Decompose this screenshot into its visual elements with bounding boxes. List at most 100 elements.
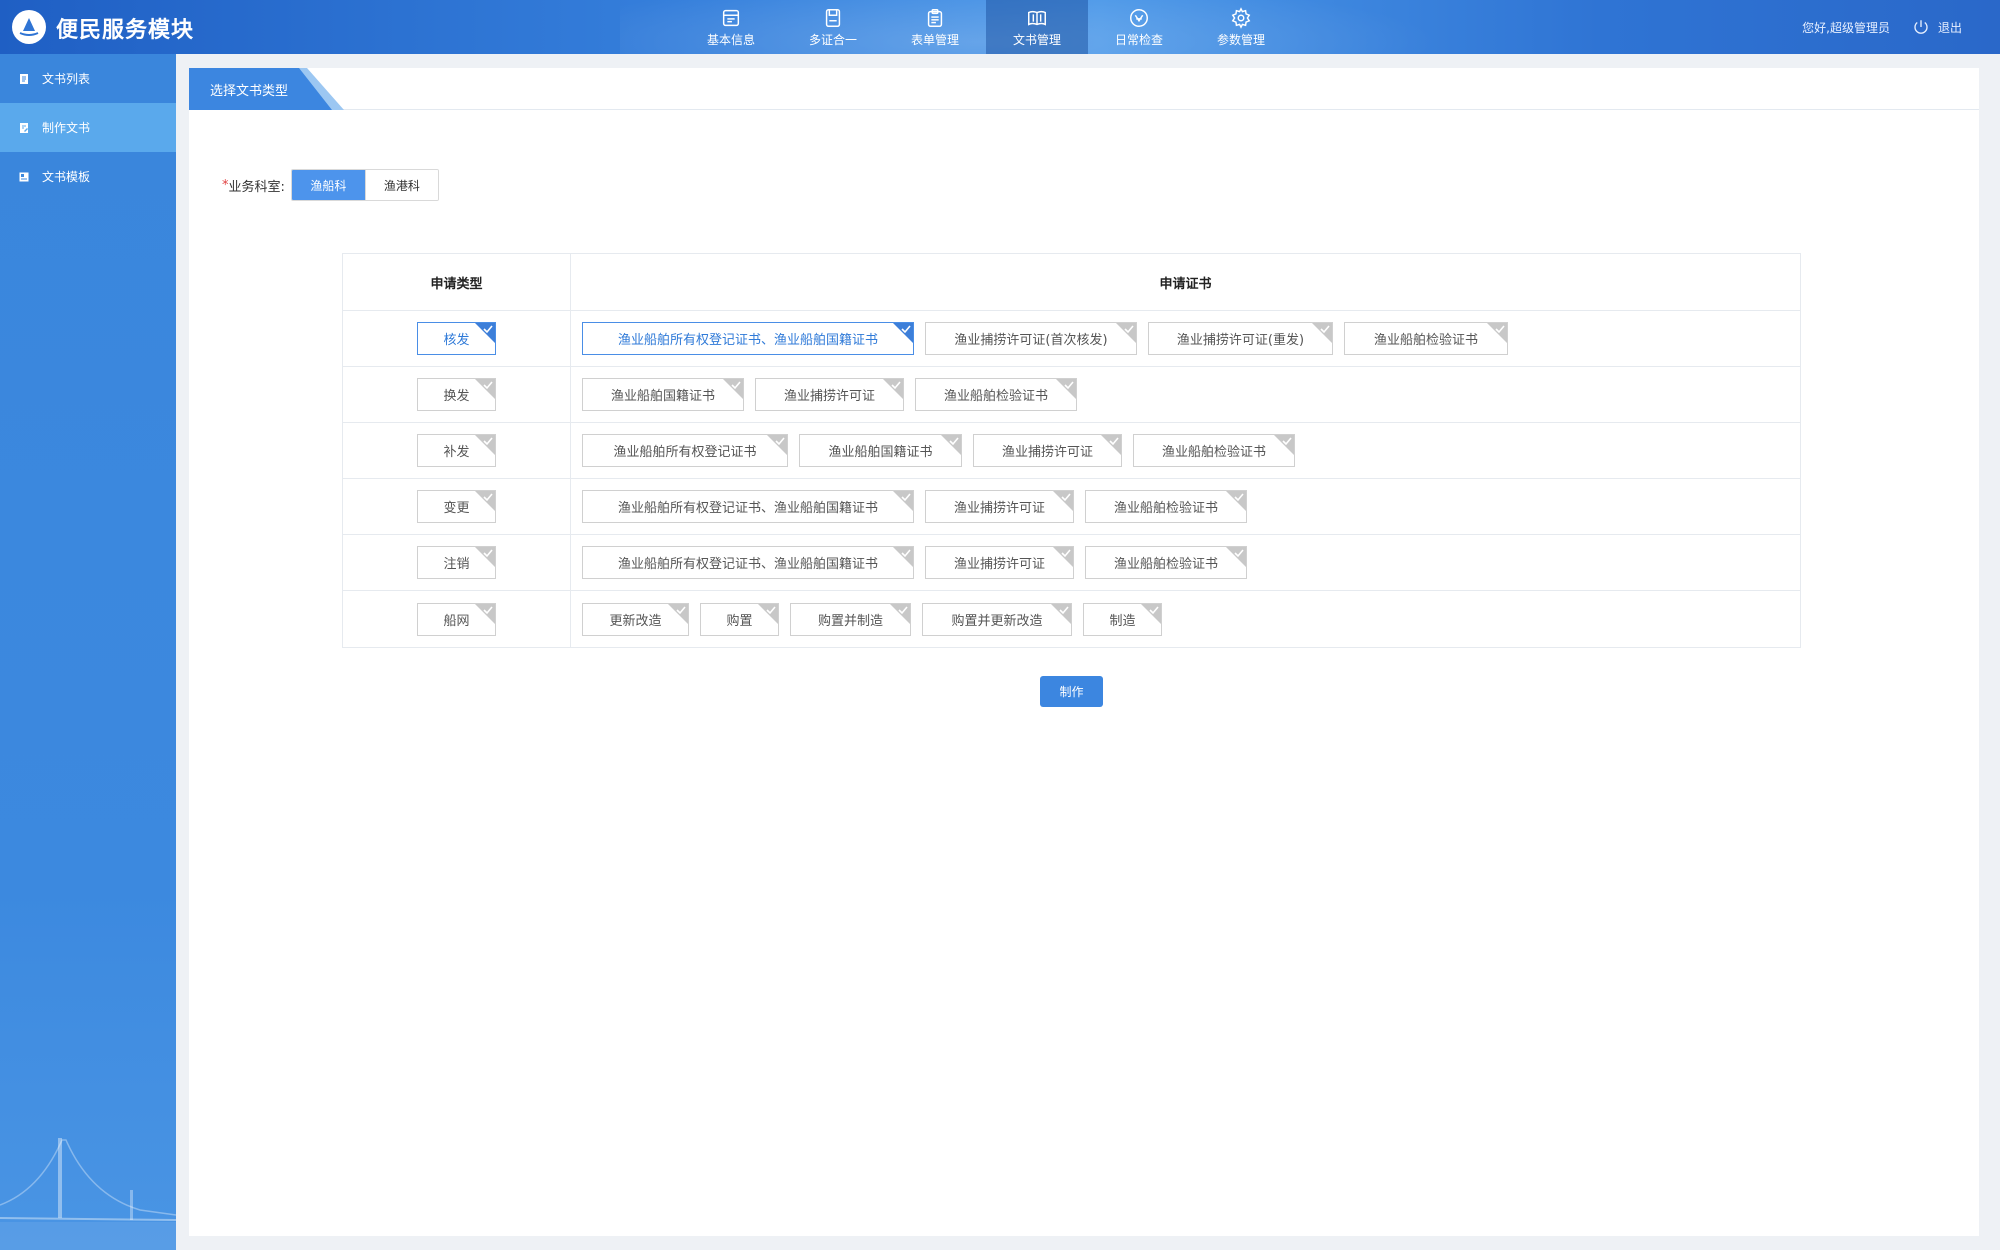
type-checkbox-renew[interactable]: 换发 xyxy=(417,378,496,411)
unchecked-corner-icon xyxy=(1312,323,1332,343)
type-checkbox-vessel-net[interactable]: 船网 xyxy=(417,602,496,636)
cert-checkbox-label: 渔业船舶所有权登记证书、渔业船舶国籍证书 xyxy=(617,333,878,348)
nav-label: 文书管理 xyxy=(1012,32,1061,47)
dept-option-fishing-port[interactable]: 渔港科 xyxy=(364,170,438,200)
cert-checkbox[interactable]: 渔业船舶国籍证书 xyxy=(799,434,962,467)
logout-link[interactable]: 退出 xyxy=(1938,19,1962,36)
table-row: 变更 渔业船舶所有权登记证书、渔业船舶国籍证书 渔业捕捞许可证 渔业船舶检验证书 xyxy=(343,479,1800,535)
make-button[interactable]: 制作 xyxy=(1040,676,1103,707)
panel-tab-title: 选择文书类型 xyxy=(210,83,289,99)
cert-checkbox-label: 渔业船舶检验证书 xyxy=(943,389,1048,404)
cert-checkbox[interactable]: 渔业捕捞许可证 xyxy=(973,434,1122,467)
dept-option-fishing-vessel[interactable]: 渔船科 xyxy=(291,170,365,200)
type-checkbox-issue[interactable]: 核发 xyxy=(417,322,496,355)
header-cell-cert: 申请证书 xyxy=(571,254,1800,310)
cert-checkbox-label: 渔业船舶检验证书 xyxy=(1161,445,1266,460)
cert-checkbox[interactable]: 购置并制造 xyxy=(790,602,911,636)
cert-checkbox[interactable]: 渔业船舶检验证书 xyxy=(1085,490,1247,523)
sidebar-item-make-document[interactable]: 制作文书 xyxy=(0,103,176,152)
cert-checkbox-label: 渔业船舶国籍证书 xyxy=(828,445,933,460)
nav-multi-cert[interactable]: 多证合一 xyxy=(782,0,884,54)
cert-cell: 渔业船舶所有权登记证书、渔业船舶国籍证书 渔业捕捞许可证 渔业船舶检验证书 xyxy=(571,479,1800,534)
type-checkbox-label: 船网 xyxy=(443,613,470,629)
unchecked-corner-icon xyxy=(723,379,743,399)
cert-checkbox-label: 渔业船舶所有权登记证书、渔业船舶国籍证书 xyxy=(617,501,878,516)
power-icon[interactable] xyxy=(1912,18,1930,36)
cert-checkbox[interactable]: 渔业捕捞许可证(首次核发) xyxy=(925,322,1137,355)
type-cell: 补发 xyxy=(343,423,571,478)
type-cell: 核发 xyxy=(343,311,571,366)
sidebar-item-document-template[interactable]: 文书模板 xyxy=(0,152,176,201)
unchecked-corner-icon xyxy=(1226,547,1246,567)
cert-checkbox[interactable]: 渔业船舶所有权登记证书、渔业船舶国籍证书 xyxy=(582,546,914,579)
cert-checkbox[interactable]: 渔业船舶检验证书 xyxy=(1085,546,1247,579)
unchecked-corner-icon xyxy=(1487,323,1507,343)
unchecked-corner-icon xyxy=(1141,603,1161,624)
book-icon xyxy=(1028,10,1046,26)
cert-checkbox-label: 渔业船舶国籍证书 xyxy=(610,389,715,404)
cert-checkbox-label: 渔业捕捞许可证(首次核发) xyxy=(954,333,1108,348)
cert-checkbox-label: 渔业船舶所有权登记证书 xyxy=(613,445,757,460)
cert-cell: 渔业船舶所有权登记证书、渔业船舶国籍证书 渔业捕捞许可证(首次核发) 渔业捕捞许可证… xyxy=(571,311,1800,366)
cert-checkbox[interactable]: 渔业捕捞许可证 xyxy=(925,546,1074,579)
department-row: * 业务科室: 渔船科 渔港科 xyxy=(222,169,439,201)
compass-icon xyxy=(1130,8,1148,27)
cert-cell: 渔业船舶国籍证书 渔业捕捞许可证 渔业船舶检验证书 xyxy=(571,367,1800,422)
type-cell: 船网 xyxy=(343,591,571,647)
type-checkbox-change[interactable]: 变更 xyxy=(417,490,496,523)
checked-corner-icon xyxy=(893,323,913,343)
unchecked-corner-icon xyxy=(475,603,495,624)
cert-checkbox[interactable]: 渔业船舶所有权登记证书、渔业船舶国籍证书 xyxy=(582,490,914,523)
cert-checkbox[interactable]: 购置 xyxy=(700,602,779,636)
nav-label: 参数管理 xyxy=(1216,32,1265,47)
unchecked-corner-icon xyxy=(758,603,778,624)
cert-checkbox-label: 渔业船舶所有权登记证书、渔业船舶国籍证书 xyxy=(617,557,878,572)
sidebar-item-label: 文书列表 xyxy=(42,72,91,86)
unchecked-corner-icon xyxy=(475,435,495,455)
cert-checkbox[interactable]: 渔业船舶所有权登记证书、渔业船舶国籍证书 xyxy=(582,322,914,355)
cert-checkbox[interactable]: 渔业捕捞许可证 xyxy=(925,490,1074,523)
nav-document-management[interactable]: 文书管理 xyxy=(986,0,1088,54)
nav-parameter-management[interactable]: 参数管理 xyxy=(1190,0,1292,54)
nav-label: 多证合一 xyxy=(808,32,857,47)
cert-checkbox[interactable]: 渔业船舶国籍证书 xyxy=(582,378,744,411)
cert-checkbox[interactable]: 购置并更新改造 xyxy=(922,602,1072,636)
unchecked-corner-icon xyxy=(475,379,495,399)
nav-daily-inspection[interactable]: 日常检查 xyxy=(1088,0,1190,54)
cert-checkbox[interactable]: 渔业船舶检验证书 xyxy=(1344,322,1508,355)
unchecked-corner-icon xyxy=(1226,491,1246,511)
type-checkbox-cancel[interactable]: 注销 xyxy=(417,546,496,579)
cert-checkbox[interactable]: 渔业捕捞许可证(重发) xyxy=(1148,322,1333,355)
cert-checkbox[interactable]: 渔业船舶所有权登记证书 xyxy=(582,434,788,467)
nav-label: 表单管理 xyxy=(910,32,959,47)
cert-checkbox[interactable]: 渔业船舶检验证书 xyxy=(915,378,1077,411)
gear-icon xyxy=(1231,6,1251,29)
sidebar-item-document-list[interactable]: 文书列表 xyxy=(0,54,176,103)
bridge-illustration xyxy=(0,1138,176,1250)
type-checkbox-label: 补发 xyxy=(443,445,470,460)
cert-checkbox[interactable]: 渔业捕捞许可证 xyxy=(755,378,904,411)
template-icon xyxy=(19,172,29,181)
cert-checkbox[interactable]: 制造 xyxy=(1083,602,1162,636)
type-checkbox-label: 注销 xyxy=(443,557,470,572)
cert-checkbox-label: 渔业捕捞许可证 xyxy=(783,389,875,404)
type-checkbox-label: 核发 xyxy=(443,333,470,348)
type-checkbox-reissue[interactable]: 补发 xyxy=(417,434,496,467)
clipboard-icon xyxy=(927,8,943,27)
cert-checkbox-label: 渔业捕捞许可证 xyxy=(1001,445,1093,460)
unchecked-corner-icon xyxy=(883,379,903,399)
unchecked-corner-icon xyxy=(668,603,688,624)
panel-tab: 选择文书类型 xyxy=(189,68,344,110)
unchecked-corner-icon xyxy=(941,435,961,455)
main-panel: 选择文书类型 * 业务科室: 渔船科 渔港科 申请类型 申请证书 核发渔业船舶所… xyxy=(189,68,1979,1236)
cert-checkbox[interactable]: 更新改造 xyxy=(582,602,689,636)
cert-checkbox-label: 渔业船舶检验证书 xyxy=(1113,501,1218,516)
cert-checkbox-label: 渔业捕捞许可证 xyxy=(953,557,1045,572)
nav-form-management[interactable]: 表单管理 xyxy=(884,0,986,54)
checked-corner-icon xyxy=(475,323,495,343)
cert-checkbox-label: 购置并制造 xyxy=(817,613,883,629)
nav-basic-info[interactable]: 基本信息 xyxy=(680,0,782,54)
cert-checkbox[interactable]: 渔业船舶检验证书 xyxy=(1133,434,1295,467)
table-header-row: 申请类型 申请证书 xyxy=(343,254,1800,311)
sail-logo-icon xyxy=(19,18,39,36)
